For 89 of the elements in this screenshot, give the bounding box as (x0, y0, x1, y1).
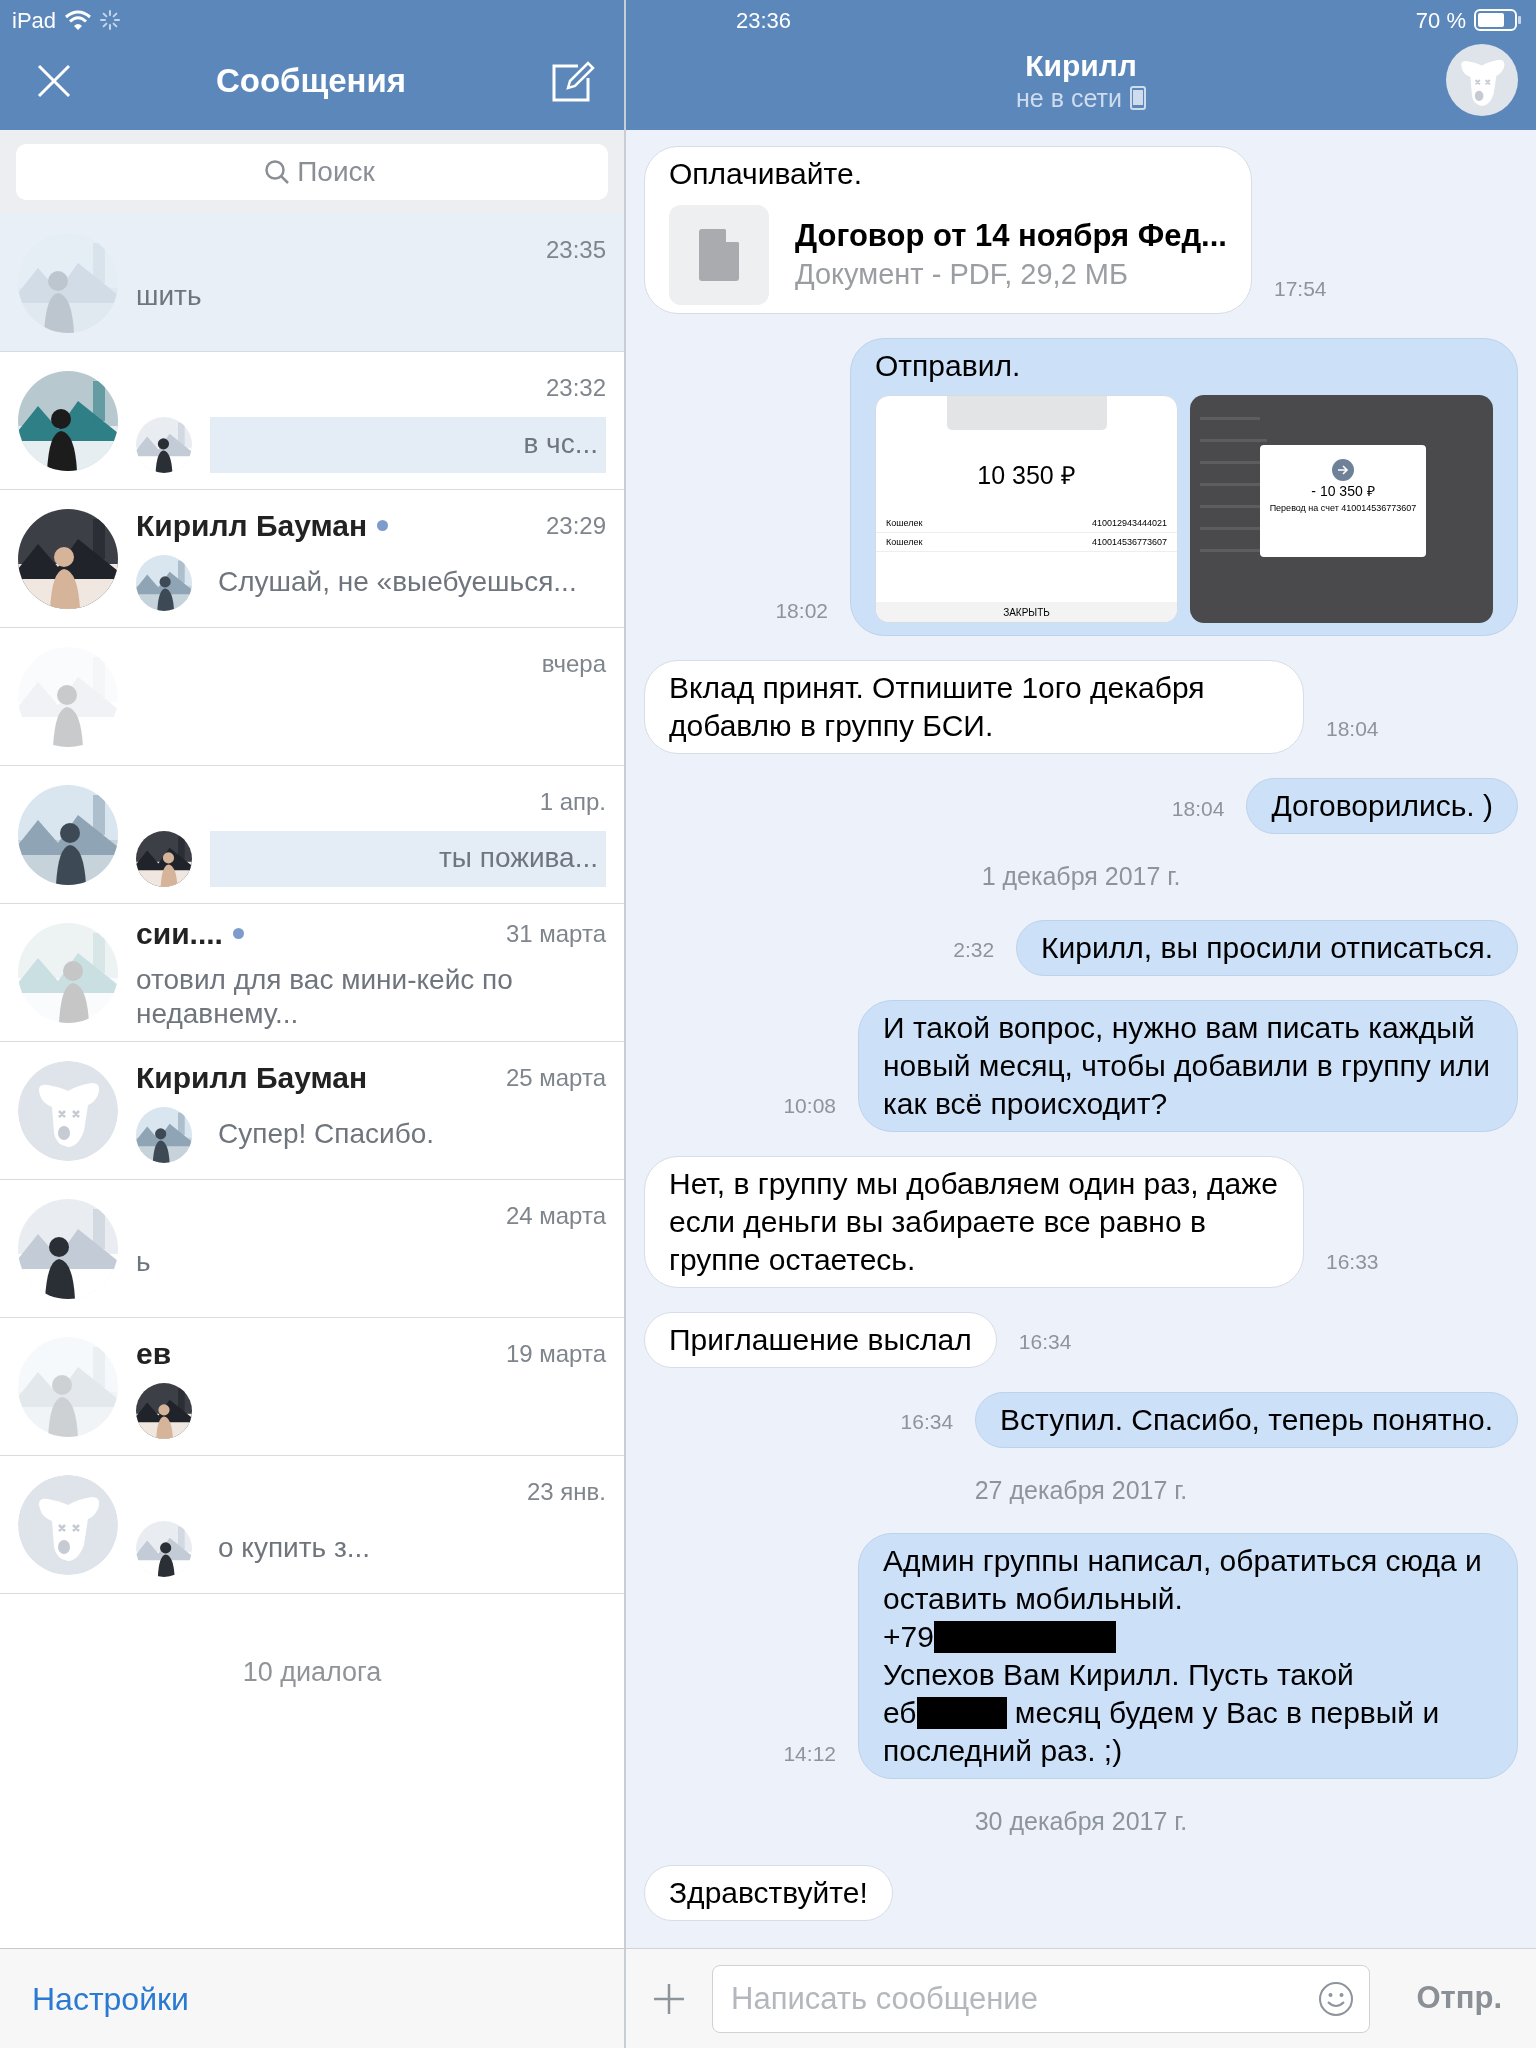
message-preview: ты пожива... (439, 841, 598, 873)
message-text: Вступил. Спасибо, теперь понятно. (1000, 1401, 1493, 1438)
message-time: 1 апр. (539, 786, 606, 817)
wallet-label: Кошелек (886, 536, 923, 548)
dialog-item[interactable]: Кирилл Бауман 25 марта Супер! Спасибо. (0, 1042, 624, 1180)
message-time: 18:02 (775, 597, 828, 624)
date-separator: 1 декабря 2017 г. (980, 861, 1182, 892)
dialog-item[interactable]: сии.... 31 марта отовил для вас мини-кейс по недавнему... (0, 904, 624, 1042)
account-number: 410014536773607 (1091, 536, 1167, 548)
message-text: Здравствуйте! (669, 1874, 868, 1911)
dialog-item[interactable]: ев 19 марта (0, 1318, 624, 1456)
message-text: Приглашение выслал (669, 1321, 972, 1358)
message-text: Нет, в группу мы добавляем один раз, даже если деньги вы забираете все равно в группе остаетесь. (669, 1165, 1279, 1278)
contact-status: не в сети (1016, 83, 1122, 112)
dialog-item[interactable]: вчера (0, 628, 624, 766)
message-time: 2:32 (953, 937, 995, 963)
phone-icon (1129, 85, 1146, 110)
window-title: Сообщения (215, 61, 407, 102)
account-number: 410012943444021 (1091, 517, 1167, 529)
message-text: Договорились. ) (1271, 788, 1493, 824)
device-name: iPad (12, 6, 57, 35)
message-time: 19 марта (505, 1338, 606, 1369)
message-text: Оплачивайте. (669, 156, 863, 192)
message-time: 23:35 (545, 234, 606, 265)
dialog-item[interactable]: 24 марта ь (0, 1180, 624, 1318)
message-time: 17:54 (1273, 275, 1327, 302)
message-preview: шить (136, 279, 202, 311)
message-time: 18:04 (1326, 715, 1379, 742)
amount-text: 10 350 ₽ (976, 460, 1077, 491)
transfer-caption: Перевод на счет 410014536773607 (1268, 502, 1418, 515)
message-text: Вклад принят. Отпишите 1ого декабря добавлю в группу БСИ. (669, 670, 1206, 744)
message-time: вчера (541, 648, 606, 679)
dialog-item[interactable]: 23:35 шить (0, 214, 624, 352)
message-time: 16:33 (1326, 1249, 1379, 1275)
message-preview: в чс... (523, 427, 598, 459)
contact-name: сии.... (136, 916, 223, 953)
document-icon (699, 229, 739, 281)
close-button[interactable]: ЗАКРЫТЬ (876, 602, 1177, 622)
message-time: 14:12 (783, 1740, 836, 1767)
message-preview: Слушай, не «выебуешься... (218, 565, 577, 597)
message-time: 31 марта (505, 918, 606, 949)
dialog-item[interactable]: 23:32 в чс... (0, 352, 624, 490)
amount-text: - 10 350 ₽ (1310, 482, 1376, 501)
message-text: И такой вопрос, нужно вам писать каждый новый месяц, чтобы добавили в группу или как всё происходит? (883, 1009, 1492, 1122)
message-preview: отовил для вас мини-кейс по недавнему... (136, 963, 513, 1029)
date-separator: 30 декабря 2017 г. (973, 1806, 1189, 1837)
message-text: Отправил. (875, 348, 1022, 384)
message-time: 23:32 (545, 372, 606, 403)
dialog-count: 10 диалога (241, 1656, 383, 1689)
dialog-item[interactable]: 1 апр. ты пожива... (0, 766, 624, 904)
document-title: Договор от 14 ноября Фед... (795, 217, 1227, 255)
dialog-item[interactable]: Кирилл Бауман 23:29 Слушай, не «выебуешься... (0, 490, 624, 628)
emoji-icon[interactable] (1318, 1980, 1355, 2017)
search-icon (264, 159, 290, 185)
clock-time: 23:36 (736, 6, 792, 35)
battery-percent: 70 % (1415, 6, 1466, 35)
message-time: 16:34 (900, 1409, 954, 1435)
message-preview: Супер! Спасибо. (218, 1117, 435, 1149)
message-time: 18:04 (1171, 795, 1225, 822)
wifi-icon (64, 9, 93, 31)
search-field[interactable]: Поиск (16, 144, 608, 200)
spinner-icon (100, 10, 121, 30)
message-time: 23:29 (545, 510, 606, 541)
attach-button[interactable] (652, 1981, 686, 2016)
contact-name: Кирилл Бауман (136, 1060, 368, 1096)
message-time: 25 марта (505, 1062, 606, 1093)
screenshot-image[interactable]: - 10 350 ₽ Перевод на счет 410014536773607 (1190, 395, 1493, 623)
contact-name: Кирилл (1024, 49, 1138, 84)
contact-avatar-icon[interactable] (1446, 44, 1518, 116)
message-input[interactable]: Написать сообщение (712, 1964, 1371, 2033)
message-time: 24 марта (505, 1200, 606, 1231)
message-time: 10:08 (783, 1093, 836, 1119)
message-time: 16:34 (1018, 1329, 1072, 1355)
contact-name: Кирилл Бауман (136, 508, 368, 544)
document-info: Документ - PDF, 29,2 МБ (795, 257, 1129, 292)
message-preview: ь (136, 1245, 151, 1277)
wallet-label: Кошелек (886, 517, 923, 529)
message-text: Кирилл, вы просили отписаться. (1041, 929, 1493, 966)
message-preview: о купить з... (218, 1531, 371, 1563)
date-separator: 27 декабря 2017 г. (973, 1474, 1189, 1506)
battery-icon (1474, 8, 1522, 32)
contact-name: ев (136, 1336, 172, 1372)
document-attachment[interactable]: Договор от 14 ноября Фед... Документ - PDF, 29,2 МБ (669, 205, 1227, 305)
settings-link[interactable]: Настройки (32, 1974, 189, 2023)
message-text: Админ группы написал, обратиться сюда и оставить мобильный. +79 Успехов Вам Кирилл. Пусть такой еб месяц будем у Вас в первый и последний раз. ;) (883, 1543, 1483, 1769)
screenshot-image[interactable]: 10 350 ₽ Кошелек 410012943444021 Кошелек 410014536773607 ЗАКРЫТЬ (875, 395, 1178, 623)
dialog-item[interactable]: 23 янв. о купить з... (0, 1456, 624, 1594)
message-time: 23 янв. (526, 1476, 606, 1507)
close-button[interactable] (36, 63, 72, 99)
